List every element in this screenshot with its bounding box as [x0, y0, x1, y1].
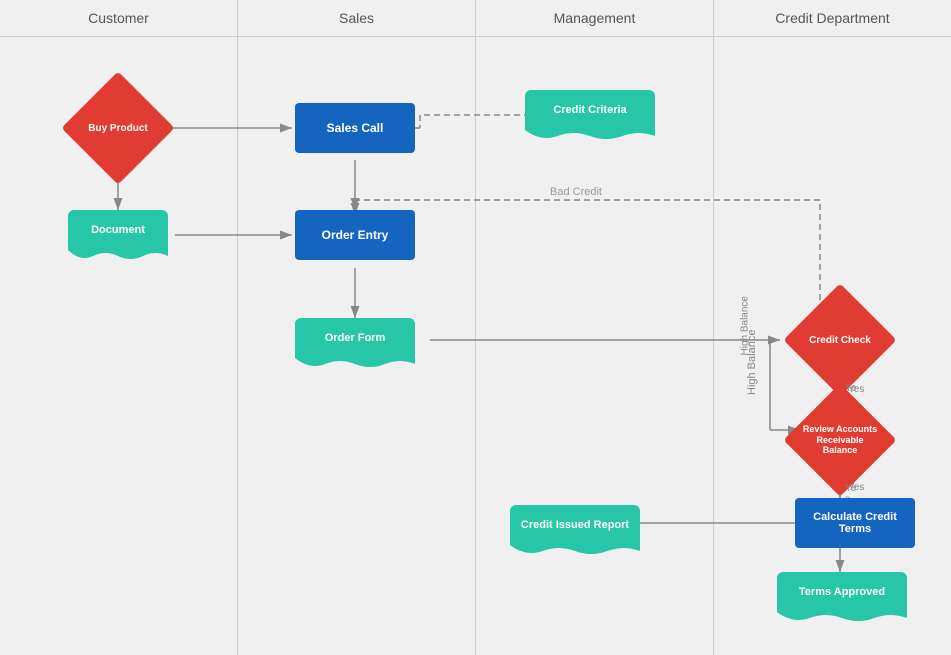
document-shape: Document — [68, 210, 168, 250]
document-wave — [68, 250, 168, 262]
high-balance-label: High Balance — [740, 296, 751, 355]
buy-product-diamond: Buy Product — [78, 88, 158, 168]
credit-issued-wave — [510, 545, 640, 557]
calculate-credit-shape: Calculate Credit Terms — [795, 498, 915, 548]
review-ar-diamond: Review Accounts Receivable Balance — [800, 400, 880, 480]
sales-call-shape: Sales Call — [295, 103, 415, 153]
order-entry-shape: Order Entry — [295, 210, 415, 260]
lane-sales-header: Sales — [238, 0, 475, 37]
order-form-wave — [295, 358, 415, 370]
order-form-shape: Order Form — [295, 318, 415, 358]
lane-customer-header: Customer — [0, 0, 237, 37]
credit-criteria-shape: Credit Criteria — [525, 90, 655, 130]
diagram-container: Customer Sales Management Credit Departm… — [0, 0, 951, 655]
terms-approved-wave — [777, 612, 907, 624]
credit-criteria-wave — [525, 130, 655, 142]
lane-credit-header: Credit Department — [714, 0, 951, 37]
credit-check-diamond: Credit Check — [800, 300, 880, 380]
lane-management-header: Management — [476, 0, 713, 37]
terms-approved-shape: Terms Approved — [777, 572, 907, 612]
credit-issued-shape: Credit Issued Report — [510, 505, 640, 545]
